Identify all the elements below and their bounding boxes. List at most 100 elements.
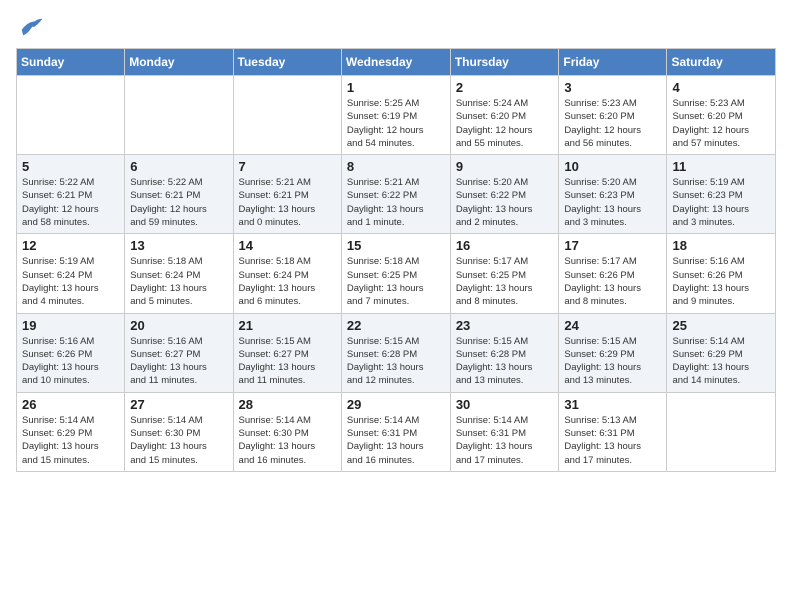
day-detail: Sunrise: 5:24 AM Sunset: 6:20 PM Dayligh…	[456, 97, 554, 150]
day-number: 5	[22, 159, 119, 174]
day-detail: Sunrise: 5:15 AM Sunset: 6:28 PM Dayligh…	[347, 335, 445, 388]
calendar-cell: 23 Sunrise: 5:15 AM Sunset: 6:28 PM Dayli…	[450, 313, 559, 392]
calendar-cell: 7 Sunrise: 5:21 AM Sunset: 6:21 PM Daylig…	[233, 155, 341, 234]
calendar-cell: 25Sunrise: 5:14 AM Sunset: 6:29 PM Dayli…	[667, 313, 776, 392]
day-number: 13	[130, 238, 227, 253]
day-detail: Sunrise: 5:22 AM Sunset: 6:21 PM Dayligh…	[22, 176, 119, 229]
calendar-week-row: 12 Sunrise: 5:19 AM Sunset: 6:24 PM Dayli…	[17, 234, 776, 313]
calendar-cell	[667, 392, 776, 471]
day-number: 7	[239, 159, 336, 174]
calendar-cell: 14 Sunrise: 5:18 AM Sunset: 6:24 PM Dayli…	[233, 234, 341, 313]
day-detail: Sunrise: 5:20 AM Sunset: 6:22 PM Dayligh…	[456, 176, 554, 229]
day-number: 23	[456, 318, 554, 333]
weekday-header: Thursday	[450, 49, 559, 76]
calendar-cell	[233, 76, 341, 155]
day-number: 28	[239, 397, 336, 412]
day-detail: Sunrise: 5:16 AM Sunset: 6:26 PM Dayligh…	[22, 335, 119, 388]
logo-icon	[16, 16, 44, 38]
calendar-cell: 8 Sunrise: 5:21 AM Sunset: 6:22 PM Daylig…	[341, 155, 450, 234]
day-detail: Sunrise: 5:15 AM Sunset: 6:28 PM Dayligh…	[456, 335, 554, 388]
calendar-cell	[125, 76, 233, 155]
day-detail: Sunrise: 5:14 AM Sunset: 6:30 PM Dayligh…	[130, 414, 227, 467]
day-number: 19	[22, 318, 119, 333]
day-number: 27	[130, 397, 227, 412]
calendar-cell: 29Sunrise: 5:14 AM Sunset: 6:31 PM Dayli…	[341, 392, 450, 471]
day-detail: Sunrise: 5:14 AM Sunset: 6:31 PM Dayligh…	[456, 414, 554, 467]
day-detail: Sunrise: 5:14 AM Sunset: 6:29 PM Dayligh…	[672, 335, 770, 388]
day-detail: Sunrise: 5:14 AM Sunset: 6:30 PM Dayligh…	[239, 414, 336, 467]
day-number: 8	[347, 159, 445, 174]
day-number: 24	[564, 318, 661, 333]
day-detail: Sunrise: 5:21 AM Sunset: 6:21 PM Dayligh…	[239, 176, 336, 229]
calendar-cell: 15Sunrise: 5:18 AM Sunset: 6:25 PM Dayli…	[341, 234, 450, 313]
day-detail: Sunrise: 5:15 AM Sunset: 6:27 PM Dayligh…	[239, 335, 336, 388]
calendar-cell: 27 Sunrise: 5:14 AM Sunset: 6:30 PM Dayli…	[125, 392, 233, 471]
day-detail: Sunrise: 5:19 AM Sunset: 6:23 PM Dayligh…	[672, 176, 770, 229]
calendar-cell: 11 Sunrise: 5:19 AM Sunset: 6:23 PM Dayli…	[667, 155, 776, 234]
calendar-cell: 2 Sunrise: 5:24 AM Sunset: 6:20 PM Daylig…	[450, 76, 559, 155]
calendar-cell: 6 Sunrise: 5:22 AM Sunset: 6:21 PM Daylig…	[125, 155, 233, 234]
day-detail: Sunrise: 5:21 AM Sunset: 6:22 PM Dayligh…	[347, 176, 445, 229]
calendar-week-row: 26 Sunrise: 5:14 AM Sunset: 6:29 PM Dayli…	[17, 392, 776, 471]
weekday-header: Sunday	[17, 49, 125, 76]
day-number: 9	[456, 159, 554, 174]
day-number: 31	[564, 397, 661, 412]
day-number: 14	[239, 238, 336, 253]
calendar-cell: 9 Sunrise: 5:20 AM Sunset: 6:22 PM Daylig…	[450, 155, 559, 234]
day-detail: Sunrise: 5:14 AM Sunset: 6:29 PM Dayligh…	[22, 414, 119, 467]
calendar-cell: 24 Sunrise: 5:15 AM Sunset: 6:29 PM Dayli…	[559, 313, 667, 392]
day-number: 1	[347, 80, 445, 95]
day-detail: Sunrise: 5:18 AM Sunset: 6:24 PM Dayligh…	[239, 255, 336, 308]
weekday-header: Tuesday	[233, 49, 341, 76]
calendar-cell: 17Sunrise: 5:17 AM Sunset: 6:26 PM Dayli…	[559, 234, 667, 313]
calendar-cell: 20Sunrise: 5:16 AM Sunset: 6:27 PM Dayli…	[125, 313, 233, 392]
calendar-cell: 18Sunrise: 5:16 AM Sunset: 6:26 PM Dayli…	[667, 234, 776, 313]
day-number: 29	[347, 397, 445, 412]
calendar-cell: 22Sunrise: 5:15 AM Sunset: 6:28 PM Dayli…	[341, 313, 450, 392]
day-detail: Sunrise: 5:16 AM Sunset: 6:26 PM Dayligh…	[672, 255, 770, 308]
day-detail: Sunrise: 5:15 AM Sunset: 6:29 PM Dayligh…	[564, 335, 661, 388]
calendar-cell: 10 Sunrise: 5:20 AM Sunset: 6:23 PM Dayli…	[559, 155, 667, 234]
day-number: 20	[130, 318, 227, 333]
day-number: 30	[456, 397, 554, 412]
day-number: 26	[22, 397, 119, 412]
day-detail: Sunrise: 5:22 AM Sunset: 6:21 PM Dayligh…	[130, 176, 227, 229]
day-number: 17	[564, 238, 661, 253]
day-number: 11	[672, 159, 770, 174]
day-number: 12	[22, 238, 119, 253]
calendar-cell: 13Sunrise: 5:18 AM Sunset: 6:24 PM Dayli…	[125, 234, 233, 313]
day-detail: Sunrise: 5:19 AM Sunset: 6:24 PM Dayligh…	[22, 255, 119, 308]
day-number: 2	[456, 80, 554, 95]
calendar-cell: 28 Sunrise: 5:14 AM Sunset: 6:30 PM Dayli…	[233, 392, 341, 471]
calendar-cell: 16 Sunrise: 5:17 AM Sunset: 6:25 PM Dayli…	[450, 234, 559, 313]
day-detail: Sunrise: 5:25 AM Sunset: 6:19 PM Dayligh…	[347, 97, 445, 150]
calendar-week-row: 5 Sunrise: 5:22 AM Sunset: 6:21 PM Daylig…	[17, 155, 776, 234]
calendar-cell: 30 Sunrise: 5:14 AM Sunset: 6:31 PM Dayli…	[450, 392, 559, 471]
calendar-week-row: 1 Sunrise: 5:25 AM Sunset: 6:19 PM Daylig…	[17, 76, 776, 155]
calendar-table: SundayMondayTuesdayWednesdayThursdayFrid…	[16, 48, 776, 472]
calendar-cell: 31 Sunrise: 5:13 AM Sunset: 6:31 PM Dayli…	[559, 392, 667, 471]
calendar-cell: 1 Sunrise: 5:25 AM Sunset: 6:19 PM Daylig…	[341, 76, 450, 155]
day-detail: Sunrise: 5:18 AM Sunset: 6:25 PM Dayligh…	[347, 255, 445, 308]
day-detail: Sunrise: 5:23 AM Sunset: 6:20 PM Dayligh…	[564, 97, 661, 150]
day-number: 6	[130, 159, 227, 174]
calendar-week-row: 19 Sunrise: 5:16 AM Sunset: 6:26 PM Dayli…	[17, 313, 776, 392]
calendar-cell: 21 Sunrise: 5:15 AM Sunset: 6:27 PM Dayli…	[233, 313, 341, 392]
logo	[16, 16, 48, 38]
calendar-cell: 4 Sunrise: 5:23 AM Sunset: 6:20 PM Daylig…	[667, 76, 776, 155]
day-number: 10	[564, 159, 661, 174]
day-number: 4	[672, 80, 770, 95]
day-detail: Sunrise: 5:17 AM Sunset: 6:25 PM Dayligh…	[456, 255, 554, 308]
day-number: 16	[456, 238, 554, 253]
weekday-header: Wednesday	[341, 49, 450, 76]
calendar-cell	[17, 76, 125, 155]
calendar-cell: 12 Sunrise: 5:19 AM Sunset: 6:24 PM Dayli…	[17, 234, 125, 313]
calendar-cell: 19 Sunrise: 5:16 AM Sunset: 6:26 PM Dayli…	[17, 313, 125, 392]
day-detail: Sunrise: 5:23 AM Sunset: 6:20 PM Dayligh…	[672, 97, 770, 150]
day-detail: Sunrise: 5:20 AM Sunset: 6:23 PM Dayligh…	[564, 176, 661, 229]
weekday-header-row: SundayMondayTuesdayWednesdayThursdayFrid…	[17, 49, 776, 76]
day-detail: Sunrise: 5:13 AM Sunset: 6:31 PM Dayligh…	[564, 414, 661, 467]
day-number: 21	[239, 318, 336, 333]
calendar-cell: 3 Sunrise: 5:23 AM Sunset: 6:20 PM Daylig…	[559, 76, 667, 155]
day-number: 3	[564, 80, 661, 95]
